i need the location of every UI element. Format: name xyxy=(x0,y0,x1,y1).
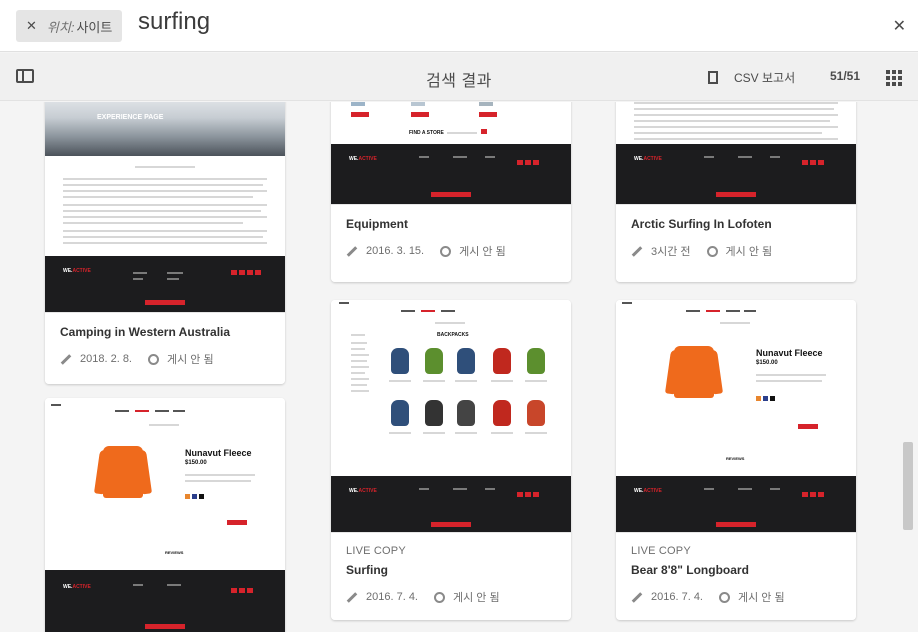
card-title: Camping in Western Australia xyxy=(60,325,231,339)
result-card[interactable]: WE.ACTIVE Arctic Surfing In Lofoten 3시간 … xyxy=(616,102,856,282)
pencil-icon xyxy=(631,591,643,603)
result-card[interactable]: Nunavut Fleece $150.00 REVIEWS WE.ACTIVE xyxy=(45,398,285,632)
card-meta: LIVE COPY Bear 8'8" Longboard 2016. 7. 4… xyxy=(616,532,856,620)
card-title: Bear 8'8" Longboard xyxy=(631,563,749,577)
publish-status: 게시 안 됨 xyxy=(738,592,785,604)
card-meta: Equipment 2016. 3. 15. 게시 안 됨 xyxy=(331,204,571,282)
card-thumbnail: WE.ACTIVE xyxy=(616,102,856,204)
csv-file-icon xyxy=(708,71,718,84)
search-input[interactable]: surfing xyxy=(138,8,210,36)
modified-date: 2016. 7. 4. xyxy=(651,591,703,603)
tag-value: 사이트 xyxy=(76,19,113,35)
result-card[interactable]: Nunavut Fleece $150.00 REVIEWS WE.ACTIVE… xyxy=(616,300,856,620)
thumb-product-name: Nunavut Fleece xyxy=(185,448,252,458)
globe-icon xyxy=(440,245,452,257)
action-bar: 검색 결과 CSV 보고서 51/51 xyxy=(0,53,918,101)
thumb-brand: WE.ACTIVE xyxy=(63,268,91,274)
location-filter-tag[interactable]: ✕ 위치: 사이트 xyxy=(16,10,123,42)
result-card[interactable]: EXPERIENCE PAGE WE.ACTIVE Camping in Wes… xyxy=(45,102,285,384)
thumb-product-name: Nunavut Fleece xyxy=(756,348,823,358)
thumb-price: $150.00 xyxy=(756,360,778,366)
csv-report-label: CSV 보고서 xyxy=(734,71,796,85)
globe-icon xyxy=(434,591,445,603)
globe-icon xyxy=(148,353,159,365)
thumb-heading: EXPERIENCE PAGE xyxy=(97,114,164,121)
search-bar: ✕ 위치: 사이트 surfing ✕ xyxy=(0,0,918,52)
modified-date: 2016. 3. 15. xyxy=(366,245,425,257)
scrollbar[interactable] xyxy=(903,442,913,530)
modified-date: 3시간 전 xyxy=(651,246,691,258)
csv-report-button[interactable]: CSV 보고서 xyxy=(708,69,795,86)
live-copy-label: LIVE COPY xyxy=(631,545,691,557)
card-meta: LIVE COPY Surfing 2016. 7. 4. 게시 안 됨 xyxy=(331,532,571,620)
card-thumbnail: FIND A STORE WE.ACTIVE xyxy=(331,102,571,212)
card-title: Surfing xyxy=(346,563,388,577)
card-thumbnail: Nunavut Fleece $150.00 REVIEWS WE.ACTIVE xyxy=(616,300,856,532)
remove-tag-icon[interactable]: ✕ xyxy=(26,18,37,34)
card-thumbnail: BACKPACKS WE.ACTIVE xyxy=(331,300,571,532)
pencil-icon xyxy=(60,353,72,365)
thumb-heading: FIND A STORE xyxy=(409,130,444,136)
pencil-icon xyxy=(346,591,358,603)
close-icon[interactable]: ✕ xyxy=(893,16,906,36)
card-meta: Camping in Western Australia 2018. 2. 8.… xyxy=(45,312,285,384)
thumb-heading: BACKPACKS xyxy=(437,332,469,338)
publish-status: 게시 안 됨 xyxy=(725,246,773,258)
card-thumbnail: EXPERIENCE PAGE WE.ACTIVE xyxy=(45,102,285,312)
pencil-icon xyxy=(631,245,643,257)
globe-icon xyxy=(706,245,718,257)
card-title: Equipment xyxy=(346,217,408,231)
globe-icon xyxy=(719,591,730,603)
card-thumbnail: Nunavut Fleece $150.00 REVIEWS WE.ACTIVE xyxy=(45,398,285,632)
result-count: 51/51 xyxy=(830,69,861,83)
modified-date: 2016. 7. 4. xyxy=(366,591,418,603)
grid-view-icon[interactable] xyxy=(886,70,902,86)
result-card[interactable]: FIND A STORE WE.ACTIVE Equipment 2016. 3… xyxy=(331,102,571,282)
card-meta: Arctic Surfing In Lofoten 3시간 전 게시 안 됨 xyxy=(616,204,856,282)
thumb-price: $150.00 xyxy=(185,460,207,466)
results-grid: EXPERIENCE PAGE WE.ACTIVE Camping in Wes… xyxy=(0,102,918,632)
publish-status: 게시 안 됨 xyxy=(167,354,214,366)
result-card[interactable]: BACKPACKS WE.ACTIVE LIVE COPY Surfing 20… xyxy=(331,300,571,620)
live-copy-label: LIVE COPY xyxy=(346,545,406,557)
pencil-icon xyxy=(346,245,358,257)
card-title: Arctic Surfing In Lofoten xyxy=(631,217,772,231)
tag-key: 위치: xyxy=(46,19,75,35)
publish-status: 게시 안 됨 xyxy=(459,246,506,258)
publish-status: 게시 안 됨 xyxy=(453,592,500,604)
modified-date: 2018. 2. 8. xyxy=(80,353,132,365)
